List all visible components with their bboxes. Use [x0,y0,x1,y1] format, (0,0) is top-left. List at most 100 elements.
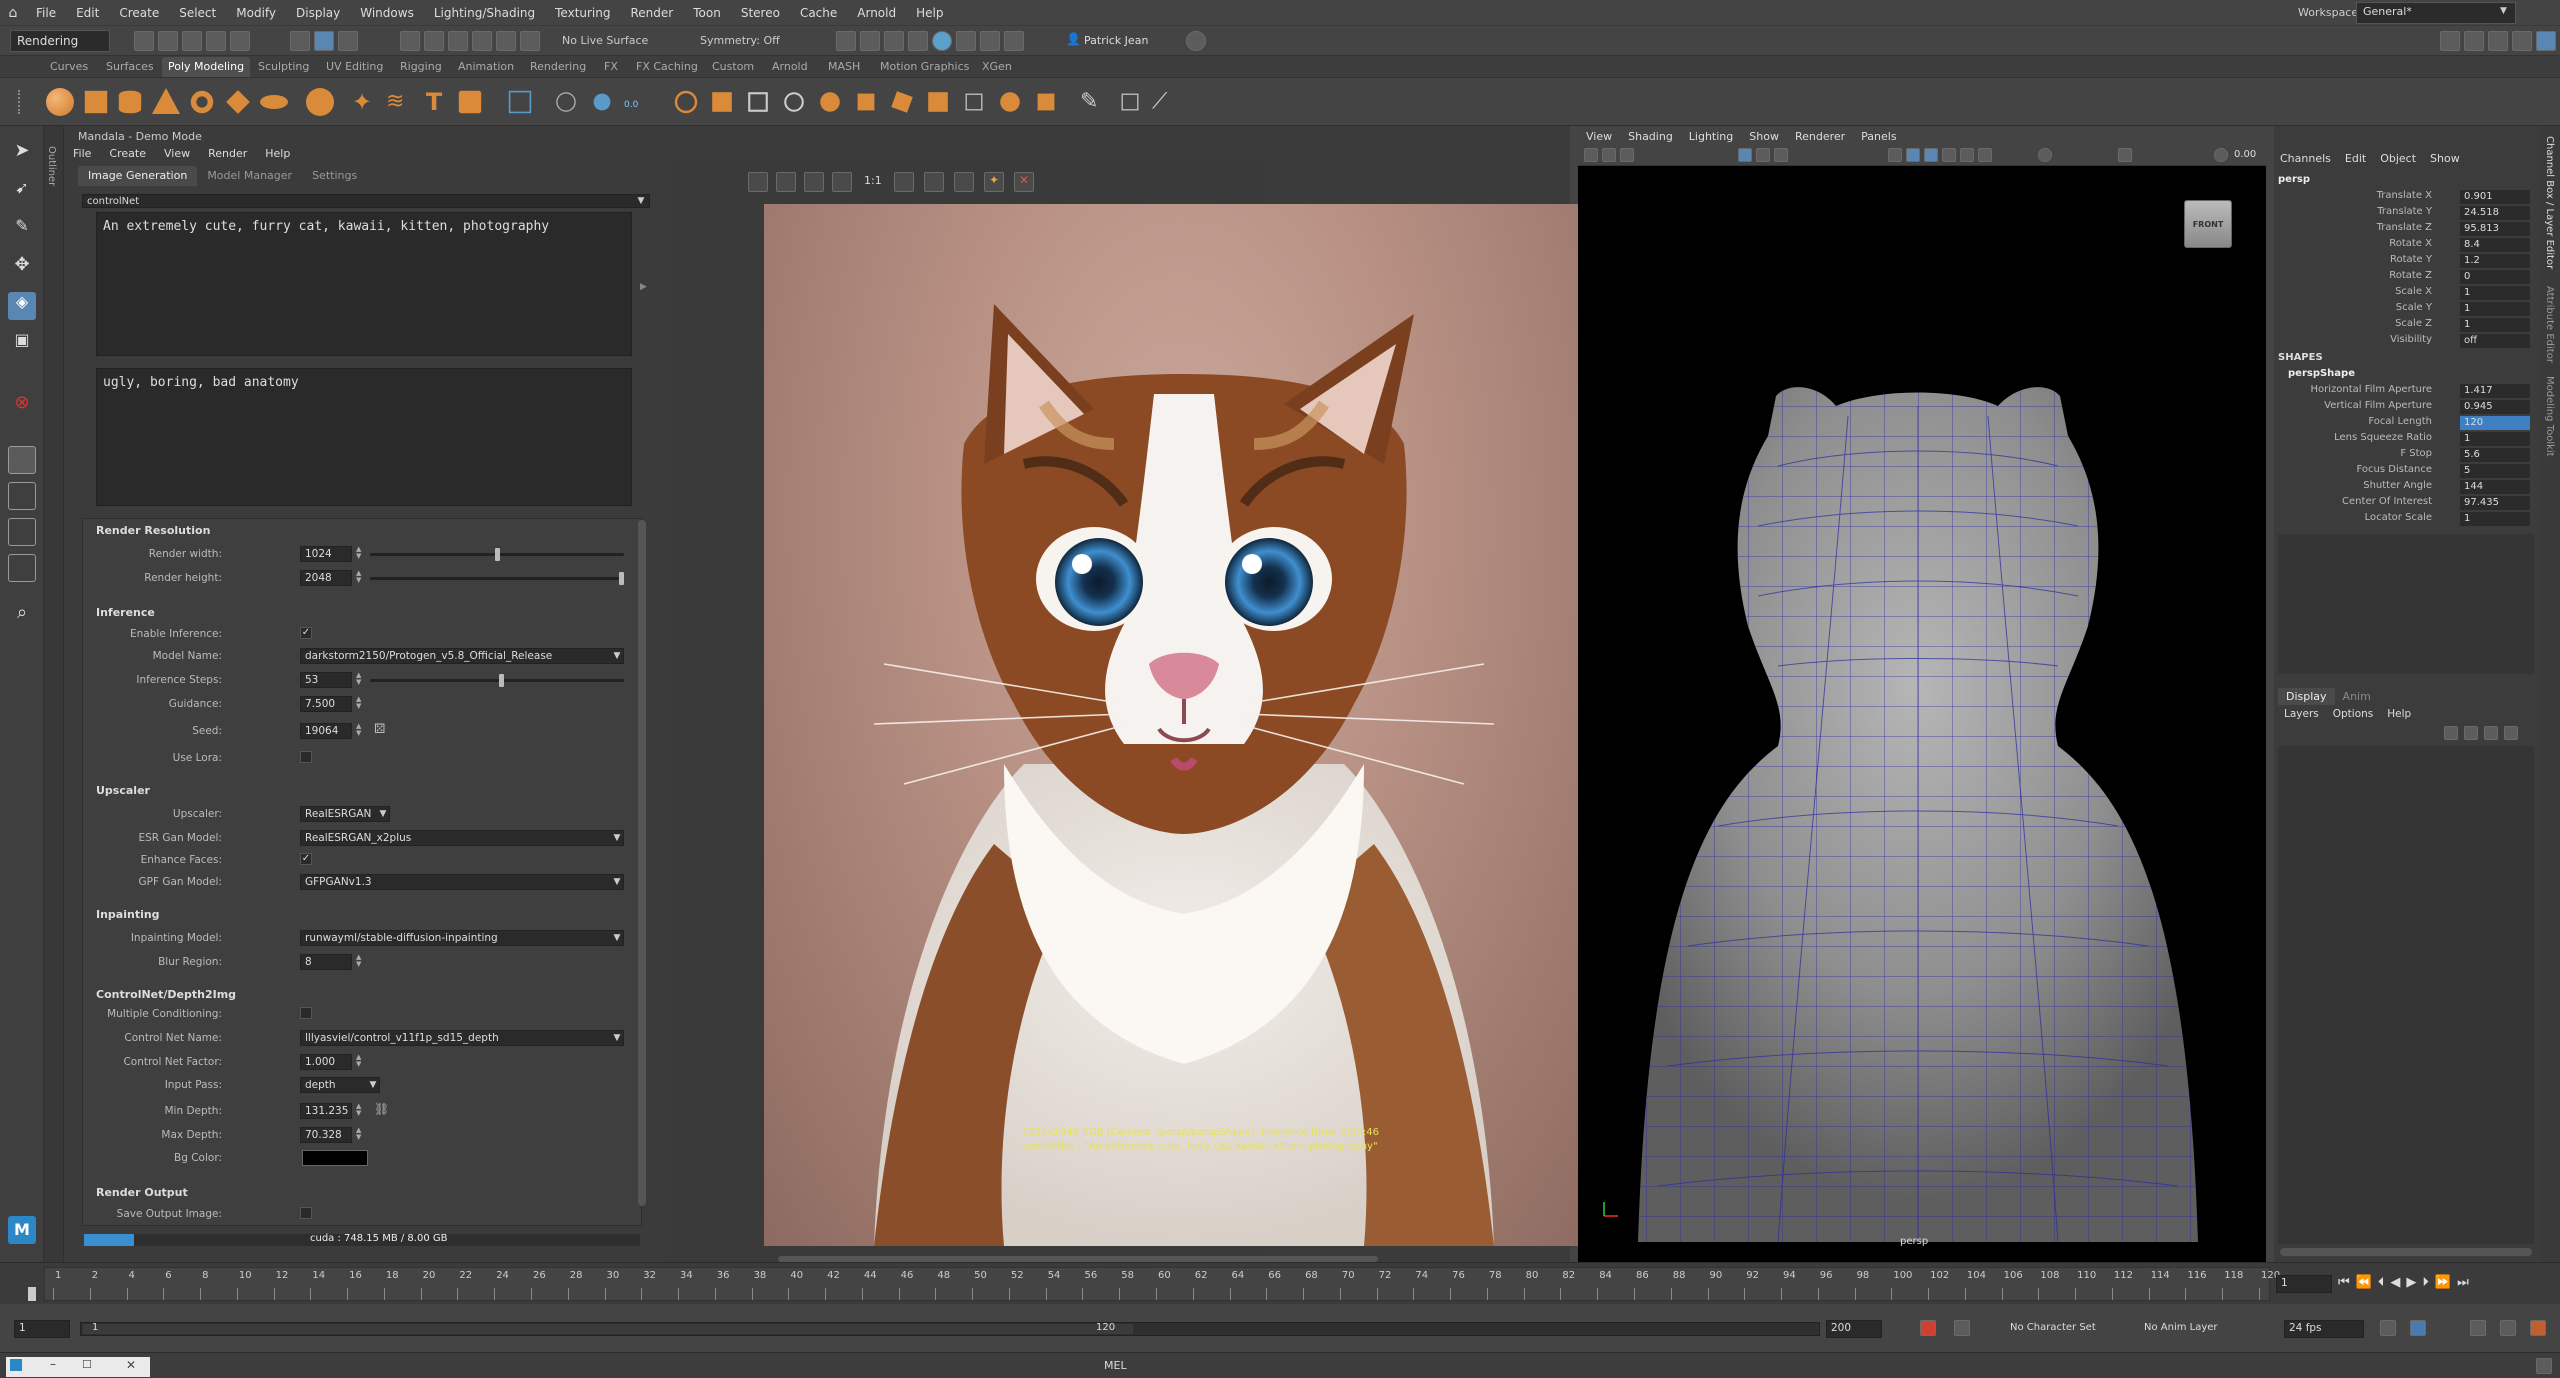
channel-value[interactable]: 95.813 [2460,222,2530,236]
channel-menu-object[interactable]: Object [2380,152,2430,165]
side-tab-channel-box[interactable]: Channel Box / Layer Editor [2544,136,2555,269]
channel-value[interactable]: 8.4 [2460,238,2530,252]
shelf-tab-arnold[interactable]: Arnold [772,60,808,73]
shelf-tab-poly-modeling[interactable]: Poly Modeling [162,57,251,77]
menu-arnold[interactable]: Arnold [847,0,906,26]
prompt-input[interactable]: An extremely cute, furry cat, kawaii, ki… [96,212,632,356]
guidance-stepper[interactable]: ▲ ▼ [356,696,364,712]
min-depth-stepper[interactable]: ▲ ▼ [356,1103,364,1119]
attribute-editor-toggle-icon[interactable] [2536,31,2556,51]
control-net-name-dropdown[interactable]: lllyasviel/control_v11f1p_sd15_depth [300,1030,624,1046]
blur-region-field[interactable]: 8 [300,954,352,970]
menu-stereo[interactable]: Stereo [731,0,790,26]
channel-menu-edit[interactable]: Edit [2345,152,2380,165]
multi-cut-icon[interactable]: ✎ [1080,88,1108,116]
move-layer-down-icon[interactable] [2464,726,2478,740]
section-render-resolution[interactable]: Render Resolution [96,524,210,537]
shelf-tab-uv-editing[interactable]: UV Editing [326,60,383,73]
shelf-tab-custom[interactable]: Custom [712,60,754,73]
keep-image-icon[interactable] [832,172,852,192]
maximize-window-icon[interactable]: ☐ [82,1358,92,1371]
time-slider[interactable]: 1 2 4 6 8 10 12 14 16 18 20 22 24 26 28 30 32 34 36 38 40 42 4… [0,1262,2560,1304]
use-lora-checkbox[interactable] [300,751,312,763]
section-inpainting[interactable]: Inpainting [96,908,160,921]
rendered-image[interactable]: 1024x2048 RGB (Camera: /persp/perspShape… [764,204,1600,1246]
separate-icon[interactable] [593,93,611,111]
tab-model-manager[interactable]: Model Manager [197,166,302,186]
snapshot-icon[interactable] [804,172,824,192]
shelf-tab-rigging[interactable]: Rigging [400,60,442,73]
layer-tab-display[interactable]: Display [2278,688,2335,705]
shelf-tab-motion-graphics[interactable]: Motion Graphics [880,60,969,73]
layer-menu-options[interactable]: Options [2333,708,2388,720]
poly-cylinder-icon[interactable] [118,90,142,114]
symmetry-dropdown[interactable]: Symmetry: Off [700,34,780,47]
layout-icon[interactable] [2440,31,2460,51]
new-scene-icon[interactable] [134,31,154,51]
range-start-field[interactable]: 1 [14,1320,70,1338]
platonic-solid-icon[interactable] [306,88,334,116]
smooth-icon[interactable] [1000,92,1020,112]
wireframe-on-shaded-icon[interactable] [1924,148,1938,162]
menu-modify[interactable]: Modify [226,0,286,26]
channel-menu-show[interactable]: Show [2430,152,2460,165]
character-set-dropdown[interactable]: No Character Set [2010,1322,2096,1333]
frame-all-icon[interactable] [748,172,768,192]
quad-draw-icon[interactable]: ⟋ [1152,88,1180,116]
lights-icon[interactable] [1960,148,1974,162]
menu-file[interactable]: File [26,0,66,26]
model-name-dropdown[interactable]: darkstorm2150/Protogen_v5.8_Official_Rel… [300,648,624,664]
range-bar[interactable] [80,1322,1820,1336]
render-height-slider-thumb[interactable] [619,572,624,585]
poly-cube-icon[interactable] [84,90,108,114]
auto-key-icon[interactable] [1920,1320,1936,1336]
menu-create[interactable]: Create [109,0,169,26]
combine-icon[interactable] [556,92,576,112]
menu-help[interactable]: Help [906,0,953,26]
poly-plane-icon[interactable] [226,90,250,114]
bridge-icon[interactable] [674,90,698,114]
viewport-menu-panels[interactable]: Panels [1853,130,1904,143]
channel-value[interactable]: 0.901 [2460,190,2530,204]
preset-dropdown[interactable]: controlNet [82,194,650,208]
uv-editor-icon[interactable] [508,90,532,114]
move-layer-up-icon[interactable] [2444,726,2458,740]
layer-menu-help[interactable]: Help [2387,708,2411,720]
step-back-frame-icon[interactable]: ⏴ [2378,1275,2385,1290]
section-controlnet[interactable]: ControlNet/Depth2Img [96,988,236,1001]
channel-value[interactable]: 0 [2460,270,2530,284]
select-object-icon[interactable] [314,31,334,51]
poly-torus-icon[interactable] [190,90,214,114]
viewport-menu-renderer[interactable]: Renderer [1787,130,1853,143]
zoom-label[interactable]: 1:1 [864,174,882,187]
channel-value[interactable]: 97.435 [2460,496,2530,510]
mandala-menu-create[interactable]: Create [100,147,155,160]
side-tab-modeling-toolkit[interactable]: Modeling Toolkit [2544,376,2555,457]
move-tool-icon[interactable]: ✥ [8,254,36,282]
resolution-gate-icon[interactable] [1774,148,1788,162]
four-view-layout-icon[interactable] [8,482,36,510]
channel-value[interactable]: 144 [2460,480,2530,494]
randomize-seed-icon[interactable]: ⚄ [374,722,385,737]
shelf-tab-mash[interactable]: MASH [828,60,860,73]
enhance-faces-checkbox[interactable]: ✓ [300,853,312,865]
render-height-field[interactable]: 2048 [300,570,352,586]
render-width-stepper[interactable]: ▲ ▼ [356,546,364,562]
isolate-icon[interactable] [2118,148,2132,162]
paint-select-icon[interactable]: ✎ [8,216,36,244]
stop-render-icon[interactable]: ✕ [1014,172,1034,192]
menu-texturing[interactable]: Texturing [545,0,620,26]
menu-windows[interactable]: Windows [350,0,424,26]
sweep-mesh-icon[interactable]: ≋ [386,88,414,116]
snap-surface-icon[interactable] [496,31,516,51]
arnold-render-icon[interactable] [956,31,976,51]
esr-gan-model-dropdown[interactable]: RealESRGAN_x2plus [300,830,624,846]
inference-steps-slider-thumb[interactable] [499,674,505,687]
control-net-factor-field[interactable]: 1.000 [300,1054,352,1070]
fps-dropdown[interactable]: 24 fps [2284,1320,2364,1338]
expand-arrow-icon[interactable]: ▶ [640,282,647,292]
shelf-tab-curves[interactable]: Curves [50,60,88,73]
bookmark-icon[interactable] [1602,148,1616,162]
menu-cache[interactable]: Cache [790,0,847,26]
minimized-window[interactable]: – ☐ ✕ [6,1357,150,1377]
